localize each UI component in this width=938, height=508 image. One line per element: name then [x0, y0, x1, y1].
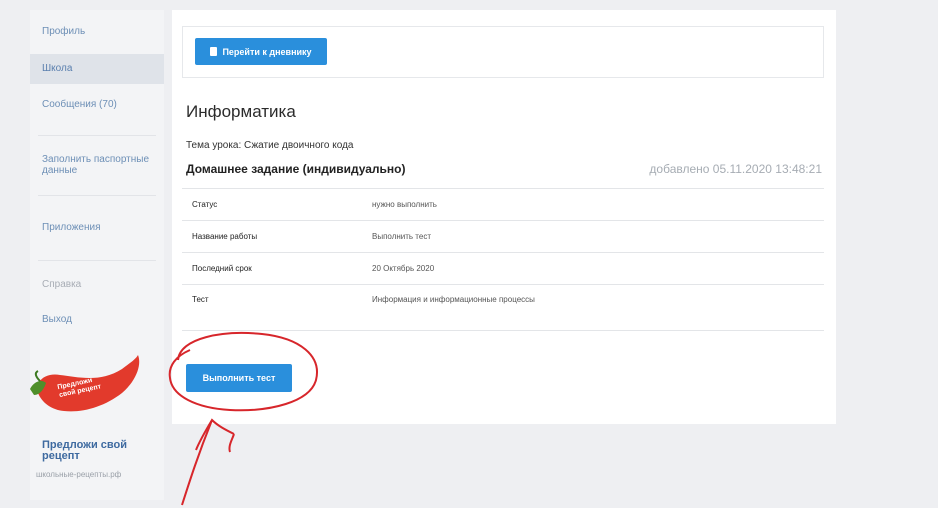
sidebar-item-logout[interactable]: Выход	[30, 310, 164, 330]
row-key: Название работы	[192, 232, 258, 241]
sidebar-item-apps[interactable]: Приложения	[30, 218, 164, 238]
sidebar: Профиль Школа Сообщения (70) Заполнить п…	[30, 10, 164, 500]
table-row: Последний срок 20 Октябрь 2020	[182, 253, 824, 285]
go-to-diary-button[interactable]: Перейти к дневнику	[195, 38, 327, 65]
row-value: 20 Октябрь 2020	[372, 264, 435, 273]
divider	[38, 135, 156, 136]
toolbar-box: Перейти к дневнику	[182, 26, 824, 78]
added-timestamp: добавлено 05.11.2020 13:48:21	[649, 162, 822, 176]
main-content: Перейти к дневнику Информатика Тема урок…	[172, 10, 836, 424]
table-row: Тест Информация и информационные процесс…	[182, 285, 824, 331]
table-row: Статус нужно выполнить	[182, 189, 824, 221]
row-value: Информация и информационные процессы	[372, 295, 535, 304]
do-test-button[interactable]: Выполнить тест	[186, 364, 292, 392]
do-test-label: Выполнить тест	[202, 373, 276, 383]
sidebar-item-passport[interactable]: Заполнить паспортные данные	[30, 154, 150, 176]
row-key: Последний срок	[192, 264, 252, 273]
sidebar-item-help[interactable]: Справка	[30, 275, 164, 295]
lesson-topic: Тема урока: Сжатие двоичного кода	[186, 140, 354, 151]
divider	[38, 260, 156, 261]
document-icon	[210, 47, 218, 56]
row-value: Выполнить тест	[372, 232, 431, 241]
row-value: нужно выполнить	[372, 200, 437, 209]
divider	[38, 195, 156, 196]
sidebar-item-profile[interactable]: Профиль	[30, 22, 164, 42]
go-to-diary-label: Перейти к дневнику	[222, 46, 312, 57]
row-key: Статус	[192, 200, 218, 209]
sidebar-item-messages[interactable]: Сообщения (70)	[30, 95, 164, 115]
homework-table: Статус нужно выполнить Название работы В…	[182, 188, 824, 331]
promo-title[interactable]: Предложи свой рецепт	[42, 440, 152, 462]
row-key: Тест	[192, 295, 209, 304]
homework-title: Домашнее задание (индивидуально)	[186, 162, 406, 176]
page-title: Информатика	[186, 102, 296, 121]
table-row: Название работы Выполнить тест	[182, 221, 824, 253]
promo-subtitle: школьные-рецепты.рф	[36, 470, 122, 479]
sidebar-item-school[interactable]: Школа	[30, 54, 164, 84]
